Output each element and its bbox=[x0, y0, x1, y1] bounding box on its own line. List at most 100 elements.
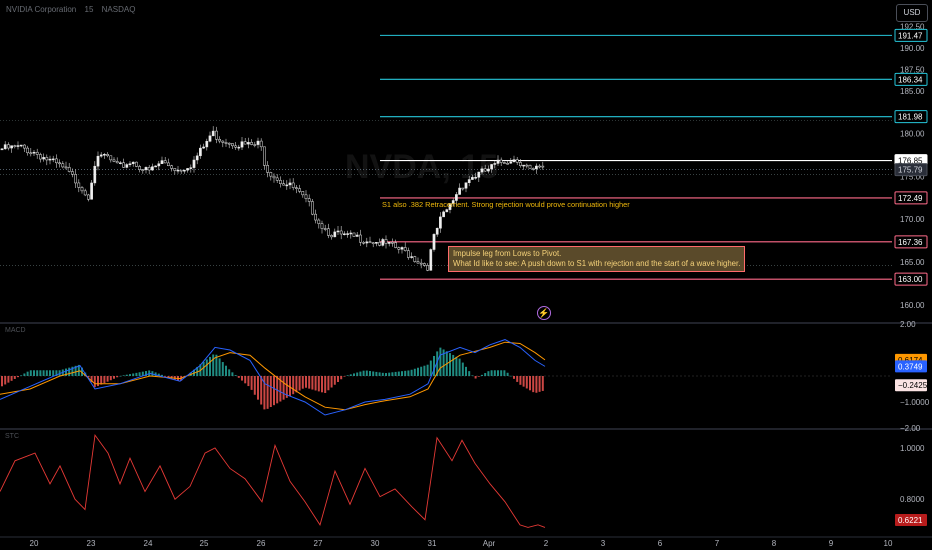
candle-body[interactable] bbox=[263, 146, 266, 166]
candle-body[interactable] bbox=[231, 143, 234, 147]
candle-body[interactable] bbox=[211, 130, 215, 137]
candle-body[interactable] bbox=[154, 165, 157, 168]
candle-body[interactable] bbox=[327, 228, 330, 236]
impulse-annotation-box[interactable]: Impulse leg from Lows to Pivot. What Id … bbox=[448, 246, 746, 272]
candle-body[interactable] bbox=[234, 145, 237, 148]
candle-body[interactable] bbox=[378, 242, 381, 246]
interval-label[interactable]: 15 bbox=[85, 5, 94, 14]
candle-body[interactable] bbox=[525, 164, 529, 167]
candle-body[interactable] bbox=[10, 145, 13, 149]
candle-body[interactable] bbox=[304, 194, 308, 199]
macd-pane-label[interactable]: MACD bbox=[5, 327, 30, 334]
candle-body[interactable] bbox=[0, 148, 4, 151]
candle-body[interactable] bbox=[128, 163, 132, 165]
candle-body[interactable] bbox=[423, 263, 426, 266]
oscillator-pane-label[interactable]: STC bbox=[5, 433, 23, 440]
candle-body[interactable] bbox=[240, 141, 244, 148]
candle-body[interactable] bbox=[477, 171, 481, 178]
candle-body[interactable] bbox=[74, 174, 77, 184]
candle-body[interactable] bbox=[323, 228, 327, 230]
candle-body[interactable] bbox=[131, 161, 135, 164]
candle-body[interactable] bbox=[336, 230, 340, 233]
candle-body[interactable] bbox=[48, 158, 52, 161]
candle-body[interactable] bbox=[189, 167, 193, 169]
candle-body[interactable] bbox=[167, 162, 170, 167]
candle-body[interactable] bbox=[199, 147, 202, 157]
candle-body[interactable] bbox=[349, 232, 353, 235]
candle-body[interactable] bbox=[355, 234, 359, 237]
candle-body[interactable] bbox=[368, 241, 372, 244]
candle-body[interactable] bbox=[381, 239, 385, 246]
candle-body[interactable] bbox=[391, 242, 394, 244]
candle-body[interactable] bbox=[45, 157, 49, 161]
candle-body[interactable] bbox=[474, 177, 477, 179]
candle-body[interactable] bbox=[26, 147, 29, 154]
candle-body[interactable] bbox=[439, 216, 442, 229]
candle-body[interactable] bbox=[333, 231, 337, 238]
candle-body[interactable] bbox=[346, 233, 349, 235]
symbol-name[interactable]: NVIDIA Corporation bbox=[6, 5, 76, 14]
candle-body[interactable] bbox=[445, 209, 449, 213]
candle-body[interactable] bbox=[51, 158, 55, 161]
candle-body[interactable] bbox=[535, 165, 538, 170]
candle-body[interactable] bbox=[35, 151, 39, 155]
candle-body[interactable] bbox=[170, 165, 173, 169]
candle-body[interactable] bbox=[218, 139, 221, 142]
candle-body[interactable] bbox=[221, 140, 225, 143]
candle-body[interactable] bbox=[541, 165, 545, 168]
candle-body[interactable] bbox=[359, 234, 362, 243]
candle-body[interactable] bbox=[71, 171, 74, 175]
candle-body[interactable] bbox=[90, 182, 93, 200]
candle-body[interactable] bbox=[64, 166, 68, 169]
candle-body[interactable] bbox=[103, 154, 106, 156]
candle-body[interactable] bbox=[295, 187, 298, 189]
candle-body[interactable] bbox=[87, 194, 90, 200]
candle-body[interactable] bbox=[419, 262, 423, 265]
candle-body[interactable] bbox=[317, 219, 321, 224]
candle-body[interactable] bbox=[243, 141, 247, 145]
candle-body[interactable] bbox=[416, 261, 420, 264]
candle-body[interactable] bbox=[135, 161, 138, 167]
candle-body[interactable] bbox=[429, 249, 433, 271]
candle-body[interactable] bbox=[464, 182, 468, 189]
candle-body[interactable] bbox=[157, 163, 161, 167]
candle-body[interactable] bbox=[3, 144, 7, 150]
candle-body[interactable] bbox=[467, 179, 471, 183]
candle-body[interactable] bbox=[147, 167, 151, 171]
candle-body[interactable] bbox=[208, 135, 212, 142]
candle-body[interactable] bbox=[122, 162, 125, 168]
candle-body[interactable] bbox=[96, 155, 100, 167]
candle-body[interactable] bbox=[499, 159, 503, 163]
candle-body[interactable] bbox=[119, 162, 122, 164]
candle-body[interactable] bbox=[205, 141, 209, 148]
candle-body[interactable] bbox=[16, 145, 20, 147]
candle-body[interactable] bbox=[253, 144, 257, 146]
candle-body[interactable] bbox=[183, 169, 186, 172]
candle-body[interactable] bbox=[496, 159, 500, 164]
candle-body[interactable] bbox=[352, 232, 356, 237]
candle-body[interactable] bbox=[480, 168, 484, 173]
candle-body[interactable] bbox=[77, 182, 81, 188]
candle-body[interactable] bbox=[512, 159, 516, 162]
candle-body[interactable] bbox=[503, 162, 506, 164]
candle-body[interactable] bbox=[387, 242, 391, 244]
candle-body[interactable] bbox=[490, 164, 493, 170]
candle-body[interactable] bbox=[83, 190, 87, 196]
candle-body[interactable] bbox=[19, 144, 23, 147]
candle-body[interactable] bbox=[531, 168, 535, 170]
candle-body[interactable] bbox=[298, 188, 301, 192]
candle-body[interactable] bbox=[519, 162, 522, 166]
candle-body[interactable] bbox=[202, 146, 205, 149]
candle-body[interactable] bbox=[288, 182, 292, 186]
candle-body[interactable] bbox=[163, 160, 167, 164]
candle-body[interactable] bbox=[435, 227, 439, 235]
candle-body[interactable] bbox=[151, 166, 154, 171]
candle-body[interactable] bbox=[272, 175, 276, 179]
flash-icon[interactable]: ⚡ bbox=[537, 306, 551, 320]
candle-body[interactable] bbox=[365, 241, 369, 244]
candle-body[interactable] bbox=[528, 164, 532, 169]
candle-body[interactable] bbox=[506, 162, 509, 165]
candle-body[interactable] bbox=[413, 256, 417, 262]
candle-body[interactable] bbox=[39, 154, 42, 160]
candle-body[interactable] bbox=[410, 256, 413, 258]
